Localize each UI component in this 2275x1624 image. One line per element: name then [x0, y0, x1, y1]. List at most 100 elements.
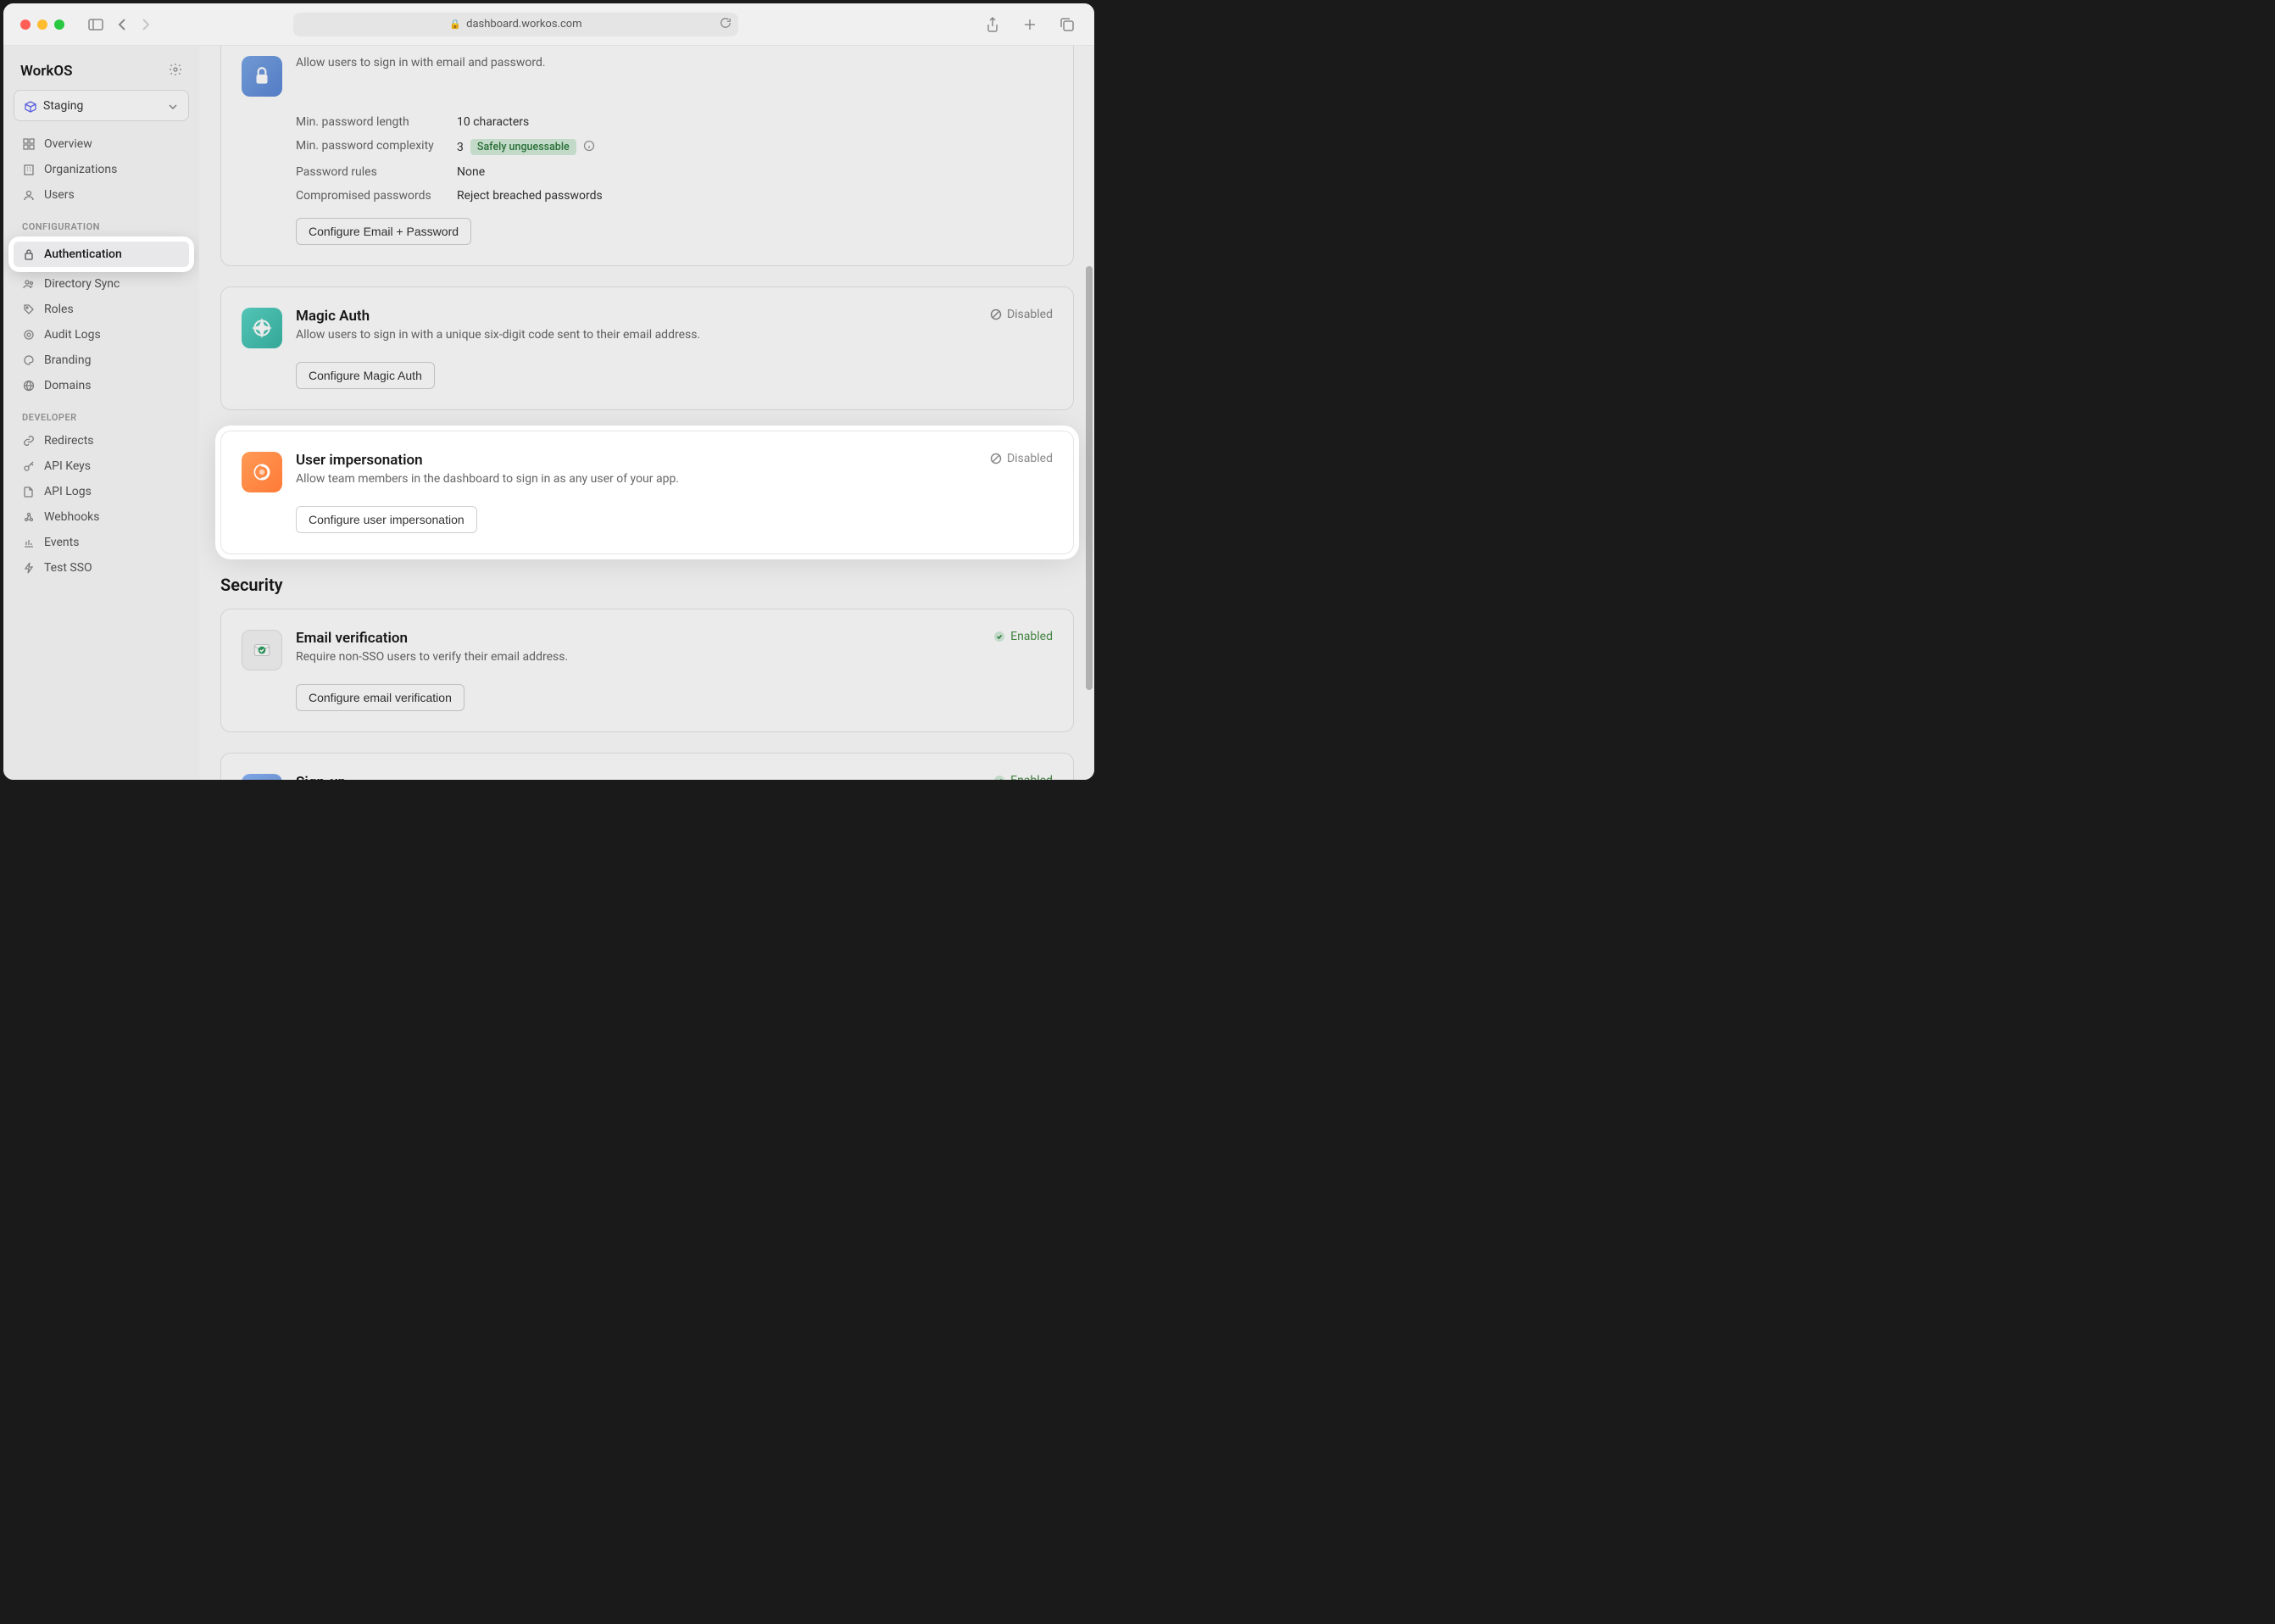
sidebar-item-label: Overview	[44, 137, 92, 151]
sidebar-item-webhooks[interactable]: Webhooks	[14, 504, 189, 530]
status-badge: Disabled	[990, 452, 1053, 465]
cube-icon	[25, 100, 36, 112]
refresh-icon[interactable]	[720, 17, 731, 32]
complexity-badge: Safely unguessable	[470, 139, 576, 155]
status-badge: Disabled	[990, 308, 1053, 321]
forward-button[interactable]	[137, 15, 154, 34]
file-icon	[22, 485, 36, 498]
lock-icon: 🔒	[449, 19, 461, 30]
share-icon[interactable]	[982, 14, 1003, 36]
scrollbar-thumb[interactable]	[1086, 266, 1093, 690]
grid-icon	[22, 137, 36, 151]
gear-icon[interactable]	[169, 63, 182, 80]
detail-row: Min. password complexity 3 Safely ungues…	[296, 134, 1053, 160]
sidebar: WorkOS Staging Overview Organizations	[3, 46, 200, 780]
main-content: Allow users to sign in with email and pa…	[200, 46, 1094, 780]
configure-magic-auth-button[interactable]: Configure Magic Auth	[296, 362, 435, 389]
bolt-icon	[22, 561, 36, 575]
window-close-button[interactable]	[20, 19, 31, 30]
status-label: Enabled	[1010, 774, 1053, 780]
sidebar-item-events[interactable]: Events	[14, 530, 189, 555]
user-icon	[22, 188, 36, 202]
tag-icon	[22, 303, 36, 316]
url-text: dashboard.workos.com	[466, 18, 581, 31]
security-heading: Security	[220, 575, 1074, 595]
card-title: Email verification	[296, 630, 980, 647]
disabled-icon	[990, 309, 1002, 320]
detail-value: 10 characters	[457, 115, 529, 129]
user-impersonation-icon	[242, 452, 282, 492]
sidebar-item-audit-logs[interactable]: Audit Logs	[14, 322, 189, 348]
status-badge: Enabled	[993, 630, 1053, 643]
card-title: User impersonation	[296, 452, 976, 469]
detail-row: Password rules None	[296, 160, 1053, 184]
email-password-icon	[242, 56, 282, 97]
globe-icon	[22, 379, 36, 392]
card-description: Require non-SSO users to verify their em…	[296, 650, 980, 664]
sidebar-item-test-sso[interactable]: Test SSO	[14, 555, 189, 581]
signup-icon	[242, 774, 282, 780]
window-minimize-button[interactable]	[37, 19, 47, 30]
url-bar[interactable]: 🔒 dashboard.workos.com	[293, 13, 738, 36]
sidebar-toggle-icon[interactable]	[85, 15, 107, 34]
sidebar-item-label: API Keys	[44, 459, 91, 473]
sidebar-item-users[interactable]: Users	[14, 182, 189, 208]
configure-email-verification-button[interactable]: Configure email verification	[296, 684, 464, 711]
enabled-icon	[993, 631, 1005, 642]
detail-label: Compromised passwords	[296, 189, 457, 203]
palette-icon	[22, 353, 36, 367]
sidebar-item-directory-sync[interactable]: Directory Sync	[14, 271, 189, 297]
detail-value: None	[457, 165, 485, 179]
detail-label: Min. password complexity	[296, 139, 457, 155]
sidebar-item-organizations[interactable]: Organizations	[14, 157, 189, 182]
sidebar-item-label: Audit Logs	[44, 328, 101, 342]
sidebar-item-label: Directory Sync	[44, 277, 120, 291]
email-verification-card: Email verification Require non-SSO users…	[220, 609, 1074, 732]
sidebar-item-label: Roles	[44, 303, 74, 316]
status-label: Enabled	[1010, 630, 1053, 643]
enabled-icon	[993, 775, 1005, 780]
sidebar-item-label: Organizations	[44, 163, 117, 176]
building-icon	[22, 163, 36, 176]
detail-value: Reject breached passwords	[457, 189, 603, 203]
status-label: Disabled	[1007, 452, 1053, 465]
tabs-icon[interactable]	[1057, 14, 1077, 36]
magic-auth-card: Magic Auth Allow users to sign in with a…	[220, 286, 1074, 410]
section-label-configuration: Configuration	[14, 208, 189, 237]
sidebar-item-label: Users	[44, 188, 75, 202]
environment-selector[interactable]: Staging	[14, 90, 189, 121]
sidebar-item-branding[interactable]: Branding	[14, 348, 189, 373]
sidebar-item-overview[interactable]: Overview	[14, 131, 189, 157]
browser-titlebar: 🔒 dashboard.workos.com	[3, 3, 1094, 46]
signup-card: Sign-up Allow users to sign up for your …	[220, 753, 1074, 780]
back-button[interactable]	[114, 15, 131, 34]
card-description: Allow users to sign in with a unique six…	[296, 328, 976, 342]
sidebar-item-domains[interactable]: Domains	[14, 373, 189, 398]
card-title: Sign-up	[296, 774, 980, 780]
key-icon	[22, 459, 36, 473]
window-maximize-button[interactable]	[54, 19, 64, 30]
detail-row: Compromised passwords Reject breached pa…	[296, 184, 1053, 208]
sidebar-item-label: Webhooks	[44, 510, 100, 524]
lock-icon	[22, 247, 36, 261]
new-tab-icon[interactable]	[1020, 14, 1040, 36]
configure-email-password-button[interactable]: Configure Email + Password	[296, 218, 471, 245]
sidebar-item-authentication[interactable]: Authentication	[14, 242, 189, 267]
email-verification-icon	[242, 630, 282, 670]
configure-user-impersonation-button[interactable]: Configure user impersonation	[296, 506, 477, 533]
sidebar-item-redirects[interactable]: Redirects	[14, 428, 189, 453]
card-description: Allow users to sign in with email and pa…	[296, 56, 1053, 70]
link-icon	[22, 434, 36, 448]
section-label-developer: Developer	[14, 398, 189, 428]
sidebar-item-label: Authentication	[44, 247, 122, 261]
sidebar-item-roles[interactable]: Roles	[14, 297, 189, 322]
status-label: Disabled	[1007, 308, 1053, 321]
sidebar-item-api-logs[interactable]: API Logs	[14, 479, 189, 504]
target-icon	[22, 328, 36, 342]
info-icon[interactable]	[583, 140, 595, 155]
sidebar-item-api-keys[interactable]: API Keys	[14, 453, 189, 479]
sidebar-item-label: Events	[44, 536, 79, 549]
status-badge: Enabled	[993, 774, 1053, 780]
chart-icon	[22, 536, 36, 549]
sidebar-item-label: Domains	[44, 379, 91, 392]
